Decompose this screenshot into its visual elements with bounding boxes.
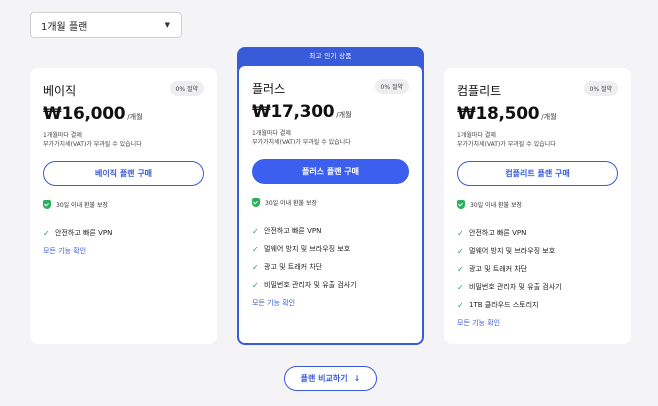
feature-item: ✓ 비밀번호 관리자 및 유출 검사기: [252, 276, 357, 294]
feature-label: 광고 및 트래커 차단: [469, 265, 528, 273]
plan-card-plus-highlight: 최고 인기 상품 플러스 0% 절약 ₩17,300 /개월 1개월마다 결제 …: [237, 47, 424, 345]
check-icon: ✓: [252, 262, 259, 272]
check-icon: ✓: [252, 244, 259, 254]
check-icon: ✓: [457, 282, 464, 292]
feature-item: ✓ 1TB 클라우드 스토리지: [457, 296, 562, 314]
feature-list: ✓ 안전하고 빠른 VPN ✓ 멀웨어 방지 및 브라우징 보호 ✓ 광고 및 트래커…: [457, 224, 562, 332]
feature-item: 모든 기능 확인: [252, 294, 357, 312]
see-all-features-link[interactable]: 모든 기능 확인: [43, 246, 86, 256]
price-row: ₩17,300 /개월: [252, 102, 352, 122]
refund-guarantee: 30일 이내 환불 보장: [252, 198, 317, 207]
plan-card-plus: 플러스 0% 절약 ₩17,300 /개월 1개월마다 결제 부가가치세(VAT…: [239, 66, 422, 343]
billing-cycle: 1개월마다 결제: [457, 132, 496, 139]
feature-list: ✓ 안전하고 빠른 VPN ✓ 멀웨어 방지 및 브라우징 보호 ✓ 광고 및 트래커…: [252, 222, 357, 312]
check-icon: ✓: [457, 264, 464, 274]
feature-item: ✓ 광고 및 트래커 차단: [457, 260, 562, 278]
price-period: /개월: [541, 113, 557, 121]
feature-label: 안전하고 빠른 VPN: [264, 227, 322, 235]
feature-label: 멀웨어 방지 및 브라우징 보호: [264, 245, 351, 253]
feature-item: ✓ 비밀번호 관리자 및 유출 검사기: [457, 278, 562, 296]
buy-basic-button[interactable]: 베이직 플랜 구매: [43, 161, 204, 186]
price-row: ₩16,000 /개월: [43, 104, 143, 124]
feature-item: 모든 기능 확인: [43, 242, 112, 260]
feature-item: ✓ 광고 및 트래커 차단: [252, 258, 357, 276]
refund-guarantee: 30일 이내 환불 보장: [457, 200, 522, 209]
plan-period-value: 1개월 플랜: [41, 21, 88, 33]
refund-label: 30일 이내 환불 보장: [56, 202, 108, 209]
refund-label: 30일 이내 환불 보장: [265, 200, 317, 207]
feature-label: 멀웨어 방지 및 브라우징 보호: [469, 247, 556, 255]
feature-item: ✓ 안전하고 빠른 VPN: [252, 222, 357, 240]
buy-plus-button[interactable]: 플러스 플랜 구매: [252, 159, 409, 184]
feature-item: 모든 기능 확인: [457, 314, 562, 332]
most-popular-ribbon: 최고 인기 상품: [309, 52, 352, 60]
buy-complete-button[interactable]: 컴플리트 플랜 구매: [457, 161, 618, 186]
vat-notice: 부가가치세(VAT)가 부과될 수 있습니다: [457, 141, 556, 148]
feature-item: ✓ 안전하고 빠른 VPN: [43, 224, 112, 242]
refund-label: 30일 이내 환불 보장: [470, 202, 522, 209]
price-period: /개월: [127, 113, 143, 121]
feature-item: ✓ 멀웨어 방지 및 브라우징 보호: [252, 240, 357, 258]
plan-name: 베이직: [43, 84, 77, 98]
plan-card-basic: 베이직 0% 절약 ₩16,000 /개월 1개월마다 결제 부가가치세(VAT…: [30, 68, 217, 344]
plan-card-complete: 컴플리트 0% 절약 ₩18,500 /개월 1개월마다 결제 부가가치세(VA…: [444, 68, 631, 344]
check-icon: ✓: [252, 226, 259, 236]
price-period: /개월: [336, 111, 352, 119]
check-icon: ✓: [457, 246, 464, 256]
feature-label: 광고 및 트래커 차단: [264, 263, 323, 271]
plan-name: 플러스: [252, 82, 286, 96]
feature-label: 비밀번호 관리자 및 유출 검사기: [264, 281, 357, 289]
check-icon: ✓: [252, 280, 259, 290]
vat-notice: 부가가치세(VAT)가 부과될 수 있습니다: [252, 139, 351, 146]
see-all-features-link[interactable]: 모든 기능 확인: [457, 318, 500, 328]
plan-price: ₩16,000: [43, 104, 126, 124]
billing-cycle: 1개월마다 결제: [43, 132, 82, 139]
refund-guarantee: 30일 이내 환불 보장: [43, 200, 108, 209]
shield-icon: [457, 200, 465, 209]
compare-plans-label: 플랜 비교하기: [300, 374, 348, 383]
feature-label: 1TB 클라우드 스토리지: [469, 301, 539, 309]
shield-icon: [43, 200, 51, 209]
see-all-features-link[interactable]: 모든 기능 확인: [252, 298, 295, 308]
check-icon: ✓: [43, 228, 50, 238]
shield-icon: [252, 198, 260, 207]
compare-plans-button[interactable]: 플랜 비교하기 ↓: [284, 366, 377, 391]
plan-price: ₩18,500: [457, 104, 540, 124]
check-icon: ✓: [457, 300, 464, 310]
price-row: ₩18,500 /개월: [457, 104, 557, 124]
plan-price: ₩17,300: [252, 102, 335, 122]
feature-list: ✓ 안전하고 빠른 VPN 모든 기능 확인: [43, 224, 112, 260]
feature-label: 안전하고 빠른 VPN: [469, 229, 527, 237]
savings-badge: 0% 절약: [583, 81, 618, 96]
feature-item: ✓ 안전하고 빠른 VPN: [457, 224, 562, 242]
savings-badge: 0% 절약: [169, 81, 204, 96]
vat-notice: 부가가치세(VAT)가 부과될 수 있습니다: [43, 141, 142, 148]
chevron-down-icon: ▼: [164, 21, 170, 29]
savings-badge: 0% 절약: [374, 79, 409, 94]
arrow-down-icon: ↓: [353, 374, 361, 383]
plan-name: 컴플리트: [457, 84, 502, 98]
billing-cycle: 1개월마다 결제: [252, 130, 291, 137]
feature-label: 비밀번호 관리자 및 유출 검사기: [469, 283, 562, 291]
plan-period-select[interactable]: 1개월 플랜 ▼: [30, 12, 182, 38]
feature-item: ✓ 멀웨어 방지 및 브라우징 보호: [457, 242, 562, 260]
check-icon: ✓: [457, 228, 464, 238]
feature-label: 안전하고 빠른 VPN: [55, 229, 113, 237]
